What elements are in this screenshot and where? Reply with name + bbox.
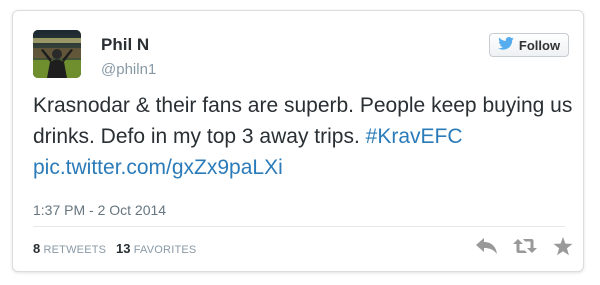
retweets-stat[interactable]: 8 RETWEETS (33, 241, 109, 256)
divider (33, 226, 565, 227)
avatar[interactable] (33, 30, 81, 78)
timestamp[interactable]: 1:37 PM - 2 Oct 2014 (33, 202, 166, 218)
follow-button[interactable]: Follow (489, 33, 569, 57)
tweet-text: Krasnodar & their fans are superb. Peopl… (33, 90, 573, 183)
follow-label: Follow (518, 37, 561, 53)
retweet-icon[interactable] (513, 235, 537, 257)
tweet-actions (475, 235, 575, 257)
avatar-photo (33, 30, 81, 78)
favorites-stat[interactable]: 13 FAVORITES (116, 241, 197, 256)
twitter-bird-icon (498, 37, 514, 53)
tweet-stats: 8 RETWEETS 13 FAVORITES (33, 241, 196, 256)
pic-link[interactable]: pic.twitter.com/gxZx9paLXi (33, 156, 283, 179)
favorites-label: FAVORITES (133, 244, 197, 256)
hashtag-link[interactable]: #KravEFC (366, 125, 463, 148)
retweets-label: RETWEETS (43, 244, 107, 256)
tweet-card: Phil N @philn1 Follow Krasnodar & their … (12, 10, 584, 272)
tweet-body: Krasnodar & their fans are superb. Peopl… (33, 94, 573, 148)
reply-icon[interactable] (475, 235, 499, 257)
favorites-count: 13 (116, 241, 131, 256)
retweets-count: 8 (33, 241, 41, 256)
user-handle[interactable]: @philn1 (101, 61, 156, 78)
favorite-star-icon[interactable] (551, 235, 575, 257)
display-name[interactable]: Phil N (101, 35, 149, 55)
